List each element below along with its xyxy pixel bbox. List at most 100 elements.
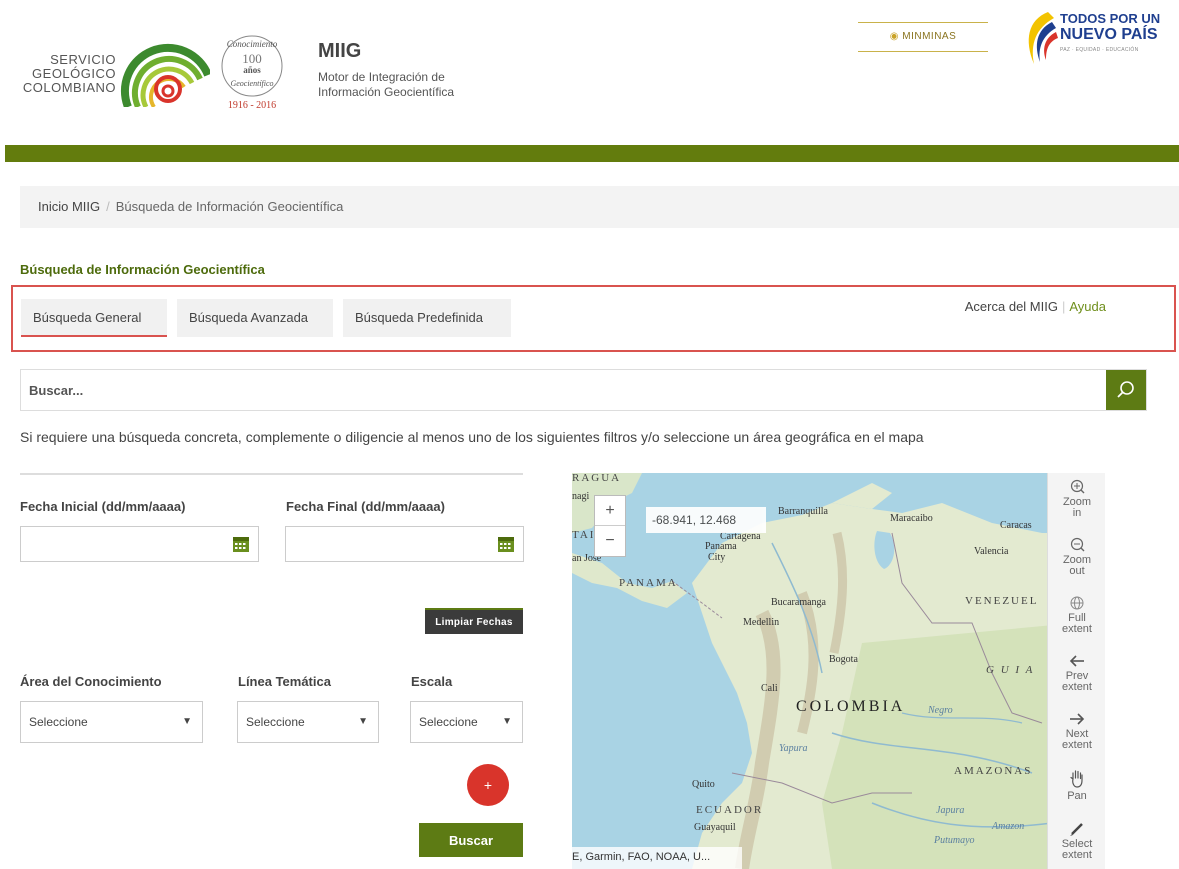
seal-top-text: Conocimiento <box>227 39 278 49</box>
search-tabs-panel: Búsqueda General Búsqueda Avanzada Búsqu… <box>11 285 1176 352</box>
pan-tool[interactable]: Pan <box>1048 769 1106 802</box>
area-select-value: Seleccione <box>29 715 88 729</box>
help-link[interactable]: Ayuda <box>1069 299 1106 314</box>
map-label-valencia: Valencia <box>974 546 1009 557</box>
todos-por-un-nuevo-pais-logo: TODOS POR UN NUEVO PAÍS PAZ · EQUIDAD · … <box>1060 12 1160 57</box>
section-title: Búsqueda de Información Geocientífica <box>20 262 265 277</box>
next-extent-line2: extent <box>1062 739 1092 751</box>
map-label-japura: Japura <box>936 805 965 816</box>
map-label-bucaramanga: Bucaramanga <box>771 597 826 608</box>
sgc-logo <box>120 43 210 107</box>
next-extent-tool[interactable]: Next extent <box>1048 711 1106 751</box>
linea-label: Línea Temática <box>238 674 331 689</box>
map-label-amazonas: AMAZONAS <box>954 765 1033 777</box>
map-label-caracas: Caracas <box>1000 520 1032 531</box>
links-separator: | <box>1061 299 1066 314</box>
map-label-negro: Negro <box>928 705 953 716</box>
map-zoom-control: + − <box>594 495 626 557</box>
arrow-right-icon <box>1070 713 1085 725</box>
map-zoom-in-button[interactable]: + <box>595 496 625 526</box>
dropdown-arrow-icon: ▼ <box>502 716 512 727</box>
calendar-icon[interactable] <box>232 535 250 553</box>
map-label-panama-country: PANAMA <box>619 577 678 589</box>
area-select[interactable]: Seleccione ▼ <box>20 701 203 743</box>
arrow-left-icon <box>1069 655 1084 667</box>
tab-busqueda-avanzada[interactable]: Búsqueda Avanzada <box>177 299 333 337</box>
start-date-field[interactable] <box>20 526 259 562</box>
tab-busqueda-general[interactable]: Búsqueda General <box>21 299 167 337</box>
breadcrumb-separator: / <box>106 199 110 214</box>
pencil-icon <box>1070 823 1083 836</box>
map-label-panama: Panama <box>705 541 737 552</box>
org-name-line1: SERVICIO <box>50 52 116 67</box>
map-label-amazon: Amazon <box>992 821 1025 832</box>
buscar-button[interactable]: Buscar <box>419 823 523 857</box>
minminas-logo: ◉ MINMINAS <box>858 22 988 52</box>
minminas-label: MINMINAS <box>902 31 957 42</box>
app-title: MIIG <box>318 40 362 62</box>
breadcrumb: Inicio MIIG / Búsqueda de Información Geoc… <box>20 186 1179 228</box>
linea-select[interactable]: Seleccione ▼ <box>237 701 379 743</box>
select-extent-tool[interactable]: Select extent <box>1048 821 1106 861</box>
escala-select[interactable]: Seleccione ▼ <box>410 701 523 743</box>
org-name-line2: GEOLÓGICO <box>32 66 116 81</box>
tab-busqueda-predefinida[interactable]: Búsqueda Predefinida <box>343 299 511 337</box>
flag-swoosh-icon <box>1028 12 1058 64</box>
app-subtitle: Motor de Integración de Información Geoc… <box>318 70 454 100</box>
zoom-in-tool[interactable]: Zoom in <box>1048 479 1106 519</box>
map-label-yapura: Yapura <box>779 743 808 754</box>
map-label-guayaquil: Guayaquil <box>694 822 736 833</box>
centenary-seal: Conocimiento 100 años Geocientífico 1916… <box>221 35 283 111</box>
dropdown-arrow-icon: ▼ <box>182 716 192 727</box>
map-view[interactable]: RAGUA nagi TAI an Jose Barranquilla Mara… <box>572 473 1075 869</box>
select-extent-line2: extent <box>1062 849 1092 861</box>
end-date-label: Fecha Final (dd/mm/aaaa) <box>286 499 445 514</box>
map-label-tai: TAI <box>572 529 596 541</box>
map-label-barranquilla: Barranquilla <box>778 506 828 517</box>
breadcrumb-home-link[interactable]: Inicio MIIG <box>38 199 100 214</box>
todos-line3: PAZ · EQUIDAD · EDUCACIÓN <box>1060 47 1139 53</box>
map-label-quito: Quito <box>692 779 715 790</box>
about-link[interactable]: Acerca del MIIG <box>965 299 1058 314</box>
zoom-in-icon <box>1070 479 1085 494</box>
escala-label: Escala <box>411 674 453 689</box>
globe-icon <box>1070 596 1084 610</box>
todos-line1: TODOS POR UN <box>1060 11 1161 26</box>
seal-bottom-text: Geocientífico <box>230 79 273 88</box>
site-header: SERVICIO GEOLÓGICO COLOMBIANO Conocimien… <box>0 0 1179 145</box>
prev-extent-tool[interactable]: Prev extent <box>1048 653 1106 693</box>
org-name: SERVICIO GEOLÓGICO COLOMBIANO <box>20 53 116 95</box>
seal-anos: años <box>243 65 261 75</box>
map-label-bogota: Bogota <box>829 654 858 665</box>
search-input[interactable] <box>21 370 1101 410</box>
search-button[interactable] <box>1106 370 1146 410</box>
dropdown-arrow-icon: ▼ <box>358 716 368 727</box>
calendar-icon[interactable] <box>497 535 515 553</box>
map-label-city: City <box>708 552 726 563</box>
search-bar <box>20 369 1147 411</box>
map-coordinates: -68.941, 12.468 <box>646 507 766 533</box>
zoom-out-tool[interactable]: Zoom out <box>1048 537 1106 577</box>
todos-line2: NUEVO PAÍS <box>1060 26 1158 43</box>
app-subtitle-line1: Motor de Integración de <box>318 70 445 84</box>
prev-extent-line2: extent <box>1062 681 1092 693</box>
end-date-field[interactable] <box>285 526 524 562</box>
breadcrumb-current: Búsqueda de Información Geocientífica <box>115 199 344 214</box>
map-attribution: E, Garmin, FAO, NOAA, U... <box>572 847 742 869</box>
app-subtitle-line2: Información Geocientífica <box>318 85 455 99</box>
map-zoom-out-button[interactable]: − <box>595 526 625 556</box>
add-filter-button[interactable]: + <box>467 764 509 806</box>
map-label-colombia: COLOMBIA <box>796 698 906 715</box>
map-label-medellin: Medellin <box>743 617 780 628</box>
hand-icon <box>1070 770 1083 788</box>
top-links: Acerca del MIIG | Ayuda <box>965 299 1106 314</box>
clear-dates-button[interactable]: Limpiar Fechas <box>425 608 523 634</box>
org-name-line3: COLOMBIANO <box>22 80 116 95</box>
filters-divider <box>20 473 523 475</box>
header-green-bar <box>5 145 1179 162</box>
colombia-shield-icon: ◉ <box>889 31 899 42</box>
map-label-cali: Cali <box>761 683 778 694</box>
full-extent-tool[interactable]: Full extent <box>1048 595 1106 635</box>
search-hint: Si requiere una búsqueda concreta, compl… <box>20 429 924 445</box>
zoom-in-line2: in <box>1072 507 1082 519</box>
